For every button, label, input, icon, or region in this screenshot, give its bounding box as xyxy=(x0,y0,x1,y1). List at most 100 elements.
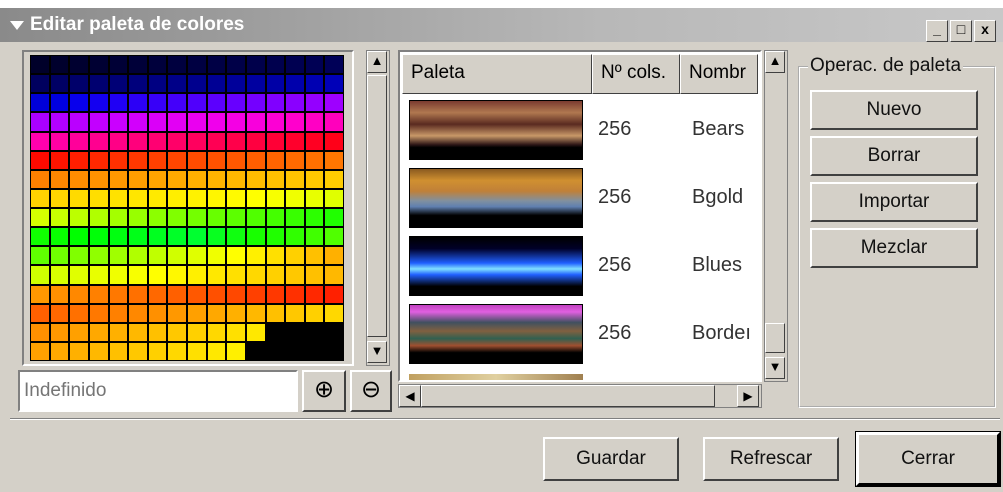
palette-color-cell[interactable] xyxy=(188,94,206,112)
palette-color-cell[interactable] xyxy=(305,94,324,112)
palette-color-cell[interactable] xyxy=(89,151,108,169)
palette-color-cell[interactable] xyxy=(50,323,69,341)
palette-color-cell[interactable] xyxy=(50,285,69,303)
palette-color-cell[interactable] xyxy=(325,304,343,322)
palette-color-cell[interactable] xyxy=(286,266,304,284)
palette-color-cell[interactable] xyxy=(266,94,285,112)
palette-color-cell[interactable] xyxy=(227,75,245,93)
palette-color-cell[interactable] xyxy=(129,94,147,112)
palette-color-cell[interactable] xyxy=(148,189,167,207)
palette-color-cell[interactable] xyxy=(50,56,69,74)
palette-color-cell[interactable] xyxy=(325,209,343,227)
palette-color-cell[interactable] xyxy=(266,323,285,341)
palette-color-cell[interactable] xyxy=(89,132,108,150)
palette-color-cell[interactable] xyxy=(148,342,167,360)
palette-color-cell[interactable] xyxy=(246,304,265,322)
palette-color-cell[interactable] xyxy=(168,189,186,207)
palette-color-cell[interactable] xyxy=(207,170,226,188)
palette-color-cell[interactable] xyxy=(89,75,108,93)
list-scroll-left-button[interactable]: ◀ xyxy=(399,385,421,407)
palette-color-cell[interactable] xyxy=(207,304,226,322)
palette-color-cell[interactable] xyxy=(207,247,226,265)
palette-color-cell[interactable] xyxy=(109,170,128,188)
palette-color-cell[interactable] xyxy=(325,132,343,150)
palette-color-cell[interactable] xyxy=(109,304,128,322)
palette-color-cell[interactable] xyxy=(266,56,285,74)
palette-color-cell[interactable] xyxy=(109,209,128,227)
palette-color-cell[interactable] xyxy=(109,266,128,284)
palette-color-cell[interactable] xyxy=(109,285,128,303)
palette-color-cell[interactable] xyxy=(168,209,186,227)
palette-color-cell[interactable] xyxy=(227,304,245,322)
palette-color-cell[interactable] xyxy=(227,113,245,131)
palette-color-cell[interactable] xyxy=(325,75,343,93)
palette-color-cell[interactable] xyxy=(188,323,206,341)
palette-color-cell[interactable] xyxy=(246,247,265,265)
palette-color-cell[interactable] xyxy=(148,323,167,341)
palette-color-cell[interactable] xyxy=(286,189,304,207)
palette-color-cell[interactable] xyxy=(207,94,226,112)
palette-color-cell[interactable] xyxy=(129,151,147,169)
palette-color-cell[interactable] xyxy=(129,209,147,227)
palette-color-cell[interactable] xyxy=(168,56,186,74)
palette-color-cell[interactable] xyxy=(188,151,206,169)
palette-color-cell[interactable] xyxy=(50,75,69,93)
palette-color-cell[interactable] xyxy=(246,113,265,131)
palette-color-cell[interactable] xyxy=(207,151,226,169)
palette-color-cell[interactable] xyxy=(227,56,245,74)
palette-color-cell[interactable] xyxy=(50,189,69,207)
palette-color-cell[interactable] xyxy=(31,132,49,150)
new-palette-button[interactable]: Nuevo xyxy=(810,90,978,130)
palette-color-cell[interactable] xyxy=(50,228,69,246)
palette-color-cell[interactable] xyxy=(325,56,343,74)
palette-color-cell[interactable] xyxy=(188,228,206,246)
palette-color-cell[interactable] xyxy=(325,323,343,341)
palette-color-cell[interactable] xyxy=(246,75,265,93)
grid-scrollbar[interactable]: ▲ ▼ xyxy=(366,50,390,366)
column-header-palette[interactable]: Paleta xyxy=(402,54,592,94)
palette-color-cell[interactable] xyxy=(50,247,69,265)
palette-color-cell[interactable] xyxy=(305,75,324,93)
palette-color-cell[interactable] xyxy=(325,151,343,169)
palette-color-cell[interactable] xyxy=(246,189,265,207)
palette-color-cell[interactable] xyxy=(89,247,108,265)
zoom-out-button[interactable]: ⊖ xyxy=(350,370,392,412)
palette-color-cell[interactable] xyxy=(305,285,324,303)
palette-color-cell[interactable] xyxy=(50,113,69,131)
palette-color-cell[interactable] xyxy=(109,342,128,360)
palette-color-cell[interactable] xyxy=(188,75,206,93)
palette-color-cell[interactable] xyxy=(286,94,304,112)
palette-color-cell[interactable] xyxy=(89,266,108,284)
palette-color-cell[interactable] xyxy=(246,323,265,341)
palette-list-row[interactable]: 256 Bgold xyxy=(404,164,758,232)
palette-color-cell[interactable] xyxy=(305,266,324,284)
palette-color-cell[interactable] xyxy=(207,228,226,246)
import-palette-button[interactable]: Importar xyxy=(810,182,978,222)
palette-list-row[interactable]: 256 Bears xyxy=(404,96,758,164)
palette-color-cell[interactable] xyxy=(266,209,285,227)
palette-color-cell[interactable] xyxy=(70,266,88,284)
palette-color-cell[interactable] xyxy=(246,266,265,284)
palette-color-cell[interactable] xyxy=(148,94,167,112)
palette-color-cell[interactable] xyxy=(50,342,69,360)
palette-color-cell[interactable] xyxy=(227,189,245,207)
palette-color-cell[interactable] xyxy=(70,189,88,207)
palette-color-cell[interactable] xyxy=(89,209,108,227)
palette-color-cell[interactable] xyxy=(168,75,186,93)
palette-color-cell[interactable] xyxy=(129,304,147,322)
palette-color-cell[interactable] xyxy=(266,75,285,93)
refresh-button[interactable]: Refrescar xyxy=(703,437,839,481)
palette-color-cell[interactable] xyxy=(31,151,49,169)
palette-color-cell[interactable] xyxy=(286,151,304,169)
palette-color-cell[interactable] xyxy=(168,323,186,341)
palette-color-cell[interactable] xyxy=(286,342,304,360)
palette-color-cell[interactable] xyxy=(188,266,206,284)
palette-color-cell[interactable] xyxy=(188,247,206,265)
palette-color-cell[interactable] xyxy=(50,94,69,112)
palette-color-cell[interactable] xyxy=(305,151,324,169)
palette-color-cell[interactable] xyxy=(305,189,324,207)
palette-color-cell[interactable] xyxy=(148,56,167,74)
palette-color-cell[interactable] xyxy=(129,189,147,207)
column-header-name[interactable]: Nombr xyxy=(680,54,758,94)
close-window-button[interactable]: x xyxy=(974,20,996,42)
